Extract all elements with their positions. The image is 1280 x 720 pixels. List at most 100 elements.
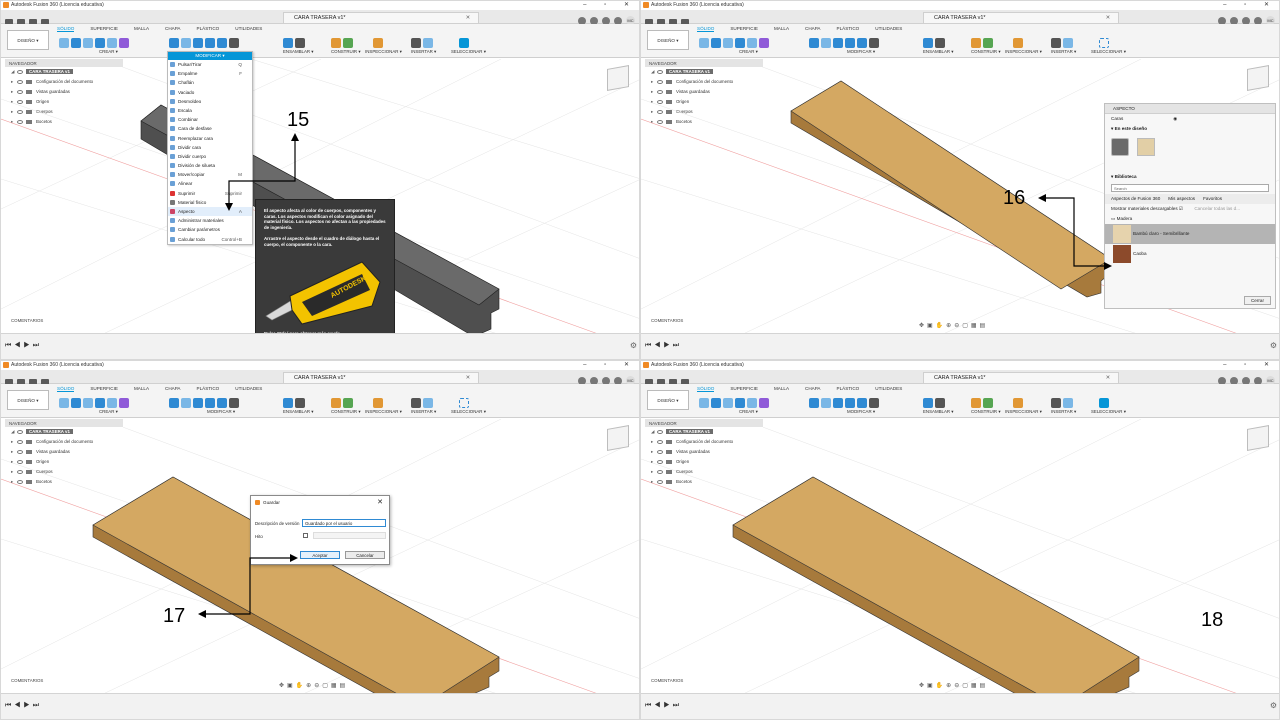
version-description-input[interactable]: Guardado por el usuario (302, 519, 386, 527)
quick-access-toolbar[interactable] (645, 13, 725, 26)
wood-folder[interactable]: ▭ Madera (1105, 214, 1275, 224)
comments-label[interactable]: COMENTARIOS (651, 678, 683, 683)
tab-solid[interactable]: SÓLIDO (697, 26, 715, 32)
create-group[interactable]: CREAR ▾ (59, 395, 131, 417)
tab-solid[interactable]: SÓLIDO (57, 386, 75, 392)
view-controls[interactable]: ✥▣✋⊕⊖▢▦▤ (919, 322, 988, 329)
design-workspace-button[interactable]: DISEÑO ▾ (647, 390, 689, 410)
tab-sheet[interactable]: CHAPA (805, 386, 821, 391)
timeline-playback-controls[interactable]: ⏮◀▶⏭ (5, 702, 42, 710)
construct-label[interactable]: CONSTRUIR ▾ (331, 409, 361, 415)
select-label[interactable]: SELECCIONAR ▾ (1091, 409, 1126, 415)
browser-item[interactable]: ▸ Origen (645, 457, 763, 467)
select-group[interactable]: SELECCIONAR ▾ (1091, 395, 1126, 417)
create-group[interactable]: CREAR ▾ (699, 395, 771, 417)
close-tab-icon[interactable]: ✕ (1106, 375, 1111, 381)
navigator-header[interactable]: NAVEGADOR (5, 419, 123, 427)
window-controls[interactable]: – ▫ ✕ (1223, 361, 1277, 368)
inspect-group[interactable]: INSPECCIONAR ▾ (1005, 395, 1042, 417)
browser-item[interactable]: ▸ Bocetos (645, 477, 763, 487)
construct-group[interactable]: CONSTRUIR ▾ (971, 35, 1001, 57)
library-section[interactable]: ▾ Biblioteca (1105, 172, 1275, 182)
design-workspace-button[interactable]: DISEÑO ▾ (7, 390, 49, 410)
save-dialog-title[interactable]: Guardar ✕ (251, 496, 389, 509)
inspect-group[interactable]: INSPECCIONAR ▾ (1005, 35, 1042, 57)
insert-label[interactable]: INSERTAR ▾ (411, 409, 436, 415)
assemble-label[interactable]: ENSAMBLAR ▾ (923, 409, 954, 415)
insert-label[interactable]: INSERTAR ▾ (1051, 409, 1076, 415)
milestone-checkbox[interactable] (303, 533, 308, 538)
navigator-header[interactable]: NAVEGADOR (645, 419, 763, 427)
in-design-swatches[interactable] (1105, 134, 1275, 162)
insert-group[interactable]: INSERTAR ▾ (1051, 395, 1076, 417)
tab-plastic[interactable]: PLÁSTICO (837, 26, 860, 31)
view-cube[interactable] (1247, 65, 1269, 91)
in-design-section[interactable]: ▾ En este diseño (1105, 124, 1275, 134)
assemble-group[interactable]: ENSAMBLAR ▾ (283, 395, 314, 417)
tab-surface[interactable]: SUPERFICIE (730, 26, 758, 31)
cancel-button[interactable]: Cancelar (345, 551, 385, 559)
tab-surface[interactable]: SUPERFICIE (730, 386, 758, 391)
assemble-group[interactable]: ENSAMBLAR ▾ (923, 35, 954, 57)
insert-group[interactable]: INSERTAR ▾ (1051, 35, 1076, 57)
assemble-label[interactable]: ENSAMBLAR ▾ (923, 49, 954, 55)
tab-sheet[interactable]: CHAPA (805, 26, 821, 31)
document-tab[interactable]: CARA TRASERA v1* ✕ (283, 372, 480, 383)
timeline-playback-controls[interactable]: ⏮◀▶⏭ (645, 702, 682, 710)
tab-mesh[interactable]: MALLA (774, 26, 789, 31)
browser-item[interactable]: ▸ Cuerpos (645, 467, 763, 477)
comments-label[interactable]: COMENTARIOS (11, 678, 43, 683)
close-tab-icon[interactable]: ✕ (1106, 15, 1111, 21)
appearance-search-input[interactable]: Search (1111, 184, 1269, 192)
construct-group[interactable]: CONSTRUIR ▾ (331, 395, 361, 417)
document-tab[interactable]: CARA TRASERA v1* ✕ (923, 372, 1120, 383)
browser-item[interactable]: ▸ Configuración del documento (5, 437, 123, 447)
design-workspace-button[interactable]: DISEÑO ▾ (647, 30, 689, 50)
tab-plastic[interactable]: PLÁSTICO (197, 386, 220, 391)
browser-item[interactable]: ▸ Bocetos (5, 477, 123, 487)
construct-group[interactable]: CONSTRUIR ▾ (971, 395, 1001, 417)
tab-solid[interactable]: SÓLIDO (697, 386, 715, 392)
appearance-item-bamboo[interactable]: Bambú claro - Semibrillante (1105, 224, 1275, 244)
select-label[interactable]: SELECCIONAR ▾ (451, 409, 486, 415)
select-group[interactable]: SELECCIONAR ▾ (1091, 35, 1126, 57)
comments-label[interactable]: COMENTARIOS (651, 318, 683, 323)
tab-sheet[interactable]: CHAPA (165, 386, 181, 391)
view-controls[interactable]: ✥▣✋⊕⊖▢▦▤ (919, 682, 988, 689)
window-controls[interactable]: – ▫ ✕ (1223, 1, 1277, 8)
tab-utilities[interactable]: UTILIDADES (875, 26, 902, 31)
appearance-panel[interactable]: ASPECTO Caras ◉ ▾ En este diseño ▾ Biblio… (1104, 103, 1276, 309)
tab-surface[interactable]: SUPERFICIE (90, 386, 118, 391)
assemble-group[interactable]: ENSAMBLAR ▾ (923, 395, 954, 417)
modify-label[interactable]: MODIFICAR ▾ (207, 409, 235, 415)
view-controls[interactable]: ✥▣✋⊕⊖▢▦▤ (279, 682, 348, 689)
browser-item[interactable]: ▸ Vistas guardadas (645, 447, 763, 457)
quick-access-toolbar[interactable] (5, 373, 85, 386)
construct-label[interactable]: CONSTRUIR ▾ (971, 409, 1001, 415)
view-cube[interactable] (1247, 425, 1269, 451)
select-group[interactable]: SELECCIONAR ▾ (451, 395, 486, 417)
inspect-label[interactable]: INSPECCIONAR ▾ (1005, 409, 1042, 415)
close-button[interactable]: Cerrar (1243, 296, 1271, 305)
tab-utilities[interactable]: UTILIDADES (875, 386, 902, 391)
modify-label[interactable]: MODIFICAR ▾ (847, 49, 875, 55)
inspect-label[interactable]: INSPECCIONAR ▾ (1005, 49, 1042, 55)
tab-mesh[interactable]: MALLA (134, 386, 149, 391)
create-group[interactable]: CREAR ▾ (699, 35, 771, 57)
modify-group[interactable]: MODIFICAR ▾ (169, 395, 241, 417)
window-controls[interactable]: – ▫ ✕ (583, 361, 637, 368)
library-tabs[interactable]: Aspectos de Fusion 360 Mis aspectos Favori… (1105, 194, 1275, 204)
browser-item[interactable]: ▸ Configuración del documento (645, 437, 763, 447)
construct-label[interactable]: CONSTRUIR ▾ (971, 49, 1001, 55)
quick-access-toolbar[interactable] (645, 373, 725, 386)
document-tab[interactable]: CARA TRASERA v1* ✕ (923, 12, 1120, 23)
browser-item[interactable]: ▸ Cuerpos (5, 467, 123, 477)
insert-label[interactable]: INSERTAR ▾ (1051, 49, 1076, 55)
gear-icon[interactable]: ⚙ (1270, 701, 1277, 710)
select-label[interactable]: SELECCIONAR ▾ (1091, 49, 1126, 55)
modify-group[interactable]: MODIFICAR ▾ (809, 35, 881, 57)
modify-group[interactable]: MODIFICAR ▾ (809, 395, 881, 417)
close-icon[interactable]: ✕ (377, 496, 383, 509)
swatch-wood[interactable] (1137, 138, 1155, 156)
create-label[interactable]: CREAR ▾ (739, 49, 758, 55)
